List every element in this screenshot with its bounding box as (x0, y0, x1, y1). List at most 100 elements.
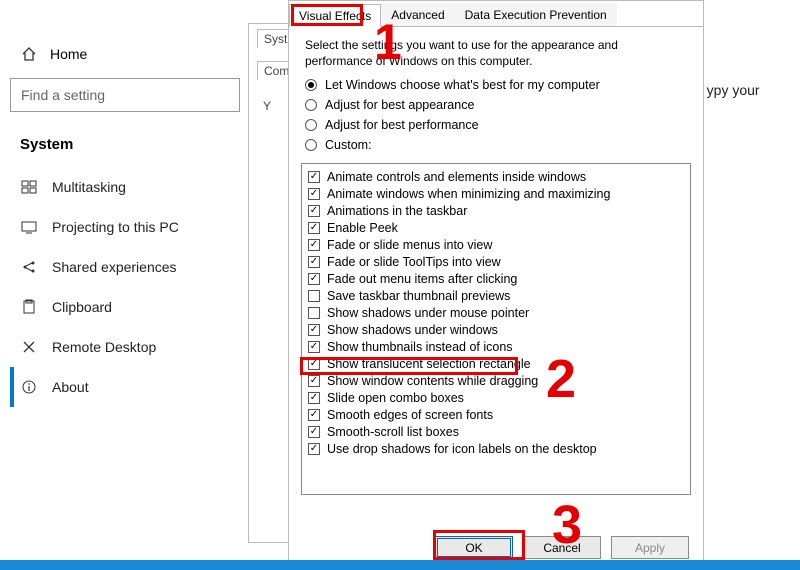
check-label: Fade or slide menus into view (327, 238, 492, 252)
check-option[interactable]: Smooth edges of screen fonts (308, 406, 684, 423)
radio-icon (305, 139, 317, 151)
check-label: Fade out menu items after clicking (327, 272, 517, 286)
apply-button[interactable]: Apply (611, 536, 689, 559)
perf-tabs: Visual EffectsAdvancedData Execution Pre… (289, 1, 703, 27)
check-label: Save taskbar thumbnail previews (327, 289, 510, 303)
check-label: Animate windows when minimizing and maxi… (327, 187, 610, 201)
sysprops-text-partial: Y (263, 99, 271, 113)
checkbox-icon (308, 188, 320, 200)
check-option[interactable]: Show translucent selection rectangle (308, 355, 684, 372)
nav-home[interactable]: Home (10, 40, 240, 78)
checkbox-icon (308, 426, 320, 438)
checkbox-icon (308, 239, 320, 251)
perf-radio-group: Let Windows choose what's best for my co… (289, 75, 703, 161)
check-label: Animate controls and elements inside win… (327, 170, 586, 184)
radio-option[interactable]: Custom: (305, 135, 687, 155)
check-option[interactable]: Fade or slide ToolTips into view (308, 253, 684, 270)
check-label: Smooth-scroll list boxes (327, 425, 459, 439)
check-label: Show translucent selection rectangle (327, 357, 531, 371)
check-label: Smooth edges of screen fonts (327, 408, 493, 422)
checkbox-icon (308, 409, 320, 421)
check-label: Fade or slide ToolTips into view (327, 255, 501, 269)
radio-icon (305, 119, 317, 131)
about-icon (20, 379, 38, 395)
check-option[interactable]: Fade or slide menus into view (308, 236, 684, 253)
radio-icon (305, 99, 317, 111)
check-option[interactable]: Show thumbnails instead of icons (308, 338, 684, 355)
checkbox-icon (308, 171, 320, 183)
checkbox-icon (308, 273, 320, 285)
nav-item-label: Multitasking (52, 179, 126, 195)
section-heading: System (10, 130, 240, 167)
annotation-number-2: 2 (546, 348, 576, 410)
radio-option[interactable]: Adjust for best performance (305, 115, 687, 135)
nav-item-projecting-to-this-pc[interactable]: Projecting to this PC (10, 207, 240, 247)
search-placeholder: Find a setting (21, 87, 105, 103)
radio-option[interactable]: Let Windows choose what's best for my co… (305, 75, 687, 95)
annotation-number-1: 1 (374, 13, 402, 71)
checkbox-icon (308, 341, 320, 353)
checkbox-icon (308, 307, 320, 319)
tab-data-execution-prevention[interactable]: Data Execution Prevention (455, 3, 617, 26)
check-label: Show window contents while dragging (327, 374, 538, 388)
taskbar[interactable] (0, 560, 800, 570)
nav-item-label: About (52, 379, 89, 395)
nav-item-label: Shared experiences (52, 259, 177, 275)
check-option[interactable]: Smooth-scroll list boxes (308, 423, 684, 440)
check-label: Show thumbnails instead of icons (327, 340, 513, 354)
nav-item-clipboard[interactable]: Clipboard (10, 287, 240, 327)
nav-item-remote-desktop[interactable]: Remote Desktop (10, 327, 240, 367)
nav-item-shared-experiences[interactable]: Shared experiences (10, 247, 240, 287)
performance-options-dialog: Visual EffectsAdvancedData Execution Pre… (288, 0, 704, 570)
checkbox-icon (308, 375, 320, 387)
background-text-fragment: d ypy your (695, 82, 760, 98)
checkbox-icon (308, 256, 320, 268)
shared-icon (20, 259, 38, 275)
check-label: Animations in the taskbar (327, 204, 467, 218)
check-option[interactable]: Fade out menu items after clicking (308, 270, 684, 287)
perf-checklist[interactable]: Animate controls and elements inside win… (301, 163, 691, 495)
nav-item-about[interactable]: About (10, 367, 240, 407)
check-option[interactable]: Animate controls and elements inside win… (308, 168, 684, 185)
checkbox-icon (308, 324, 320, 336)
tab-visual-effects[interactable]: Visual Effects (289, 4, 381, 27)
check-option[interactable]: Show shadows under windows (308, 321, 684, 338)
check-option[interactable]: Enable Peek (308, 219, 684, 236)
settings-sidebar: Home Find a setting System Multitasking P… (10, 40, 240, 407)
checkbox-icon (308, 290, 320, 302)
check-option[interactable]: Animate windows when minimizing and maxi… (308, 185, 684, 202)
checkbox-icon (308, 443, 320, 455)
remote-icon (20, 339, 38, 355)
nav-item-label: Remote Desktop (52, 339, 156, 355)
check-label: Enable Peek (327, 221, 398, 235)
radio-label: Adjust for best appearance (325, 98, 474, 112)
check-label: Use drop shadows for icon labels on the … (327, 442, 597, 456)
check-option[interactable]: Show window contents while dragging (308, 372, 684, 389)
check-label: Show shadows under mouse pointer (327, 306, 529, 320)
check-option[interactable]: Animations in the taskbar (308, 202, 684, 219)
check-option[interactable]: Save taskbar thumbnail previews (308, 287, 684, 304)
check-label: Show shadows under windows (327, 323, 498, 337)
checkbox-icon (308, 392, 320, 404)
projecting-icon (20, 219, 38, 235)
radio-label: Adjust for best performance (325, 118, 479, 132)
check-option[interactable]: Show shadows under mouse pointer (308, 304, 684, 321)
radio-icon (305, 79, 317, 91)
multitasking-icon (20, 179, 38, 195)
annotation-number-3: 3 (552, 494, 582, 556)
check-option[interactable]: Slide open combo boxes (308, 389, 684, 406)
home-icon (20, 46, 38, 62)
radio-option[interactable]: Adjust for best appearance (305, 95, 687, 115)
nav-item-label: Projecting to this PC (52, 219, 179, 235)
check-option[interactable]: Use drop shadows for icon labels on the … (308, 440, 684, 457)
nav-item-multitasking[interactable]: Multitasking (10, 167, 240, 207)
clipboard-icon (20, 299, 38, 315)
checkbox-icon (308, 205, 320, 217)
nav-item-label: Clipboard (52, 299, 112, 315)
ok-button[interactable]: OK (435, 536, 513, 559)
nav-home-label: Home (50, 46, 87, 62)
search-input[interactable]: Find a setting (10, 78, 240, 112)
checkbox-icon (308, 358, 320, 370)
radio-label: Let Windows choose what's best for my co… (325, 78, 600, 92)
check-label: Slide open combo boxes (327, 391, 464, 405)
